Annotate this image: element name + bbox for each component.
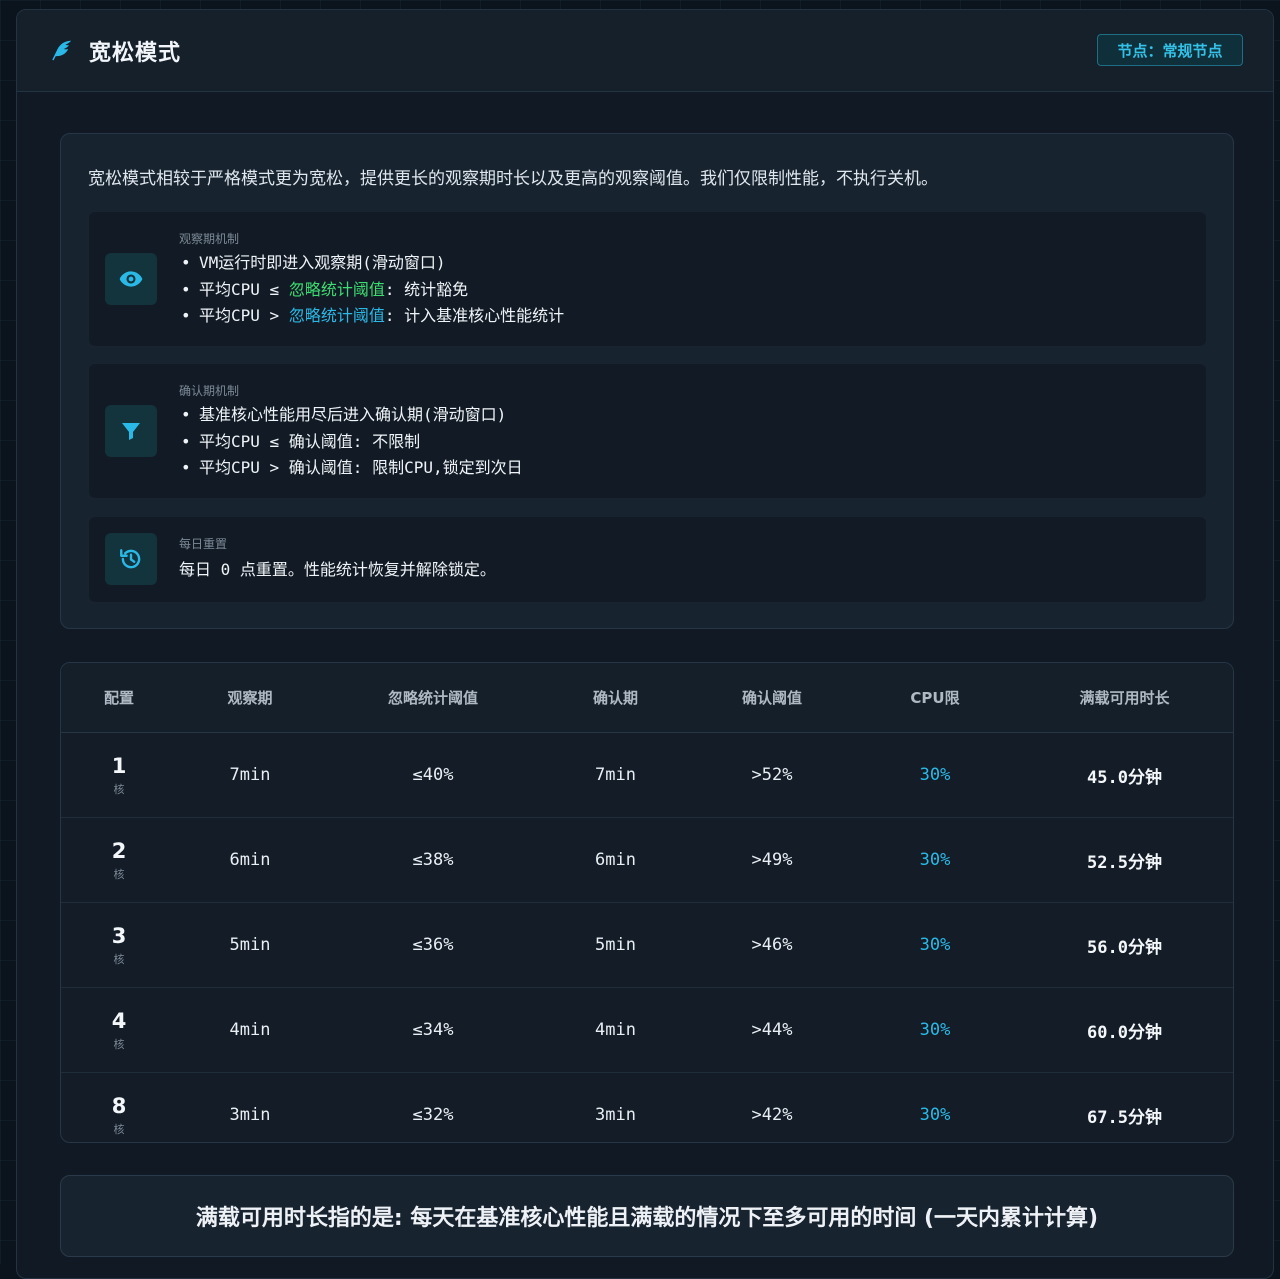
config-table: 配置 观察期 忽略统计阈值 确认期 确认阈值 CPU限 满载可用时长 1核 7m…	[61, 663, 1233, 1143]
confirm-threshold-cell: >44%	[688, 987, 856, 1073]
cpu-limit-cell: 30%	[919, 1105, 951, 1125]
filter-icon	[122, 423, 140, 440]
confirm-threshold-cell: >46%	[688, 902, 856, 988]
mech-lines: • VM运行时即进入观察期(滑动窗口) • 平均CPU ≤ 忽略统计阈值: 统计豁免…	[181, 250, 564, 330]
page-title: 宽松模式	[89, 41, 182, 66]
confirm-threshold-cell: >52%	[688, 732, 856, 818]
mech-line: • VM运行时即进入观察期(滑动窗口)	[181, 253, 446, 272]
confirm-cell: 3min	[595, 1105, 636, 1125]
feather-icon	[52, 40, 72, 61]
ignore-threshold-highlight: 忽略统计阈值	[288, 306, 385, 325]
ignore-cell: ≤32%	[412, 1105, 454, 1125]
ignore-cell: ≤34%	[323, 987, 543, 1073]
mode-panel: 宽松模式 节点：常规节点 宽松模式相较于严格模式更为宽松，提供更长的观察期时长以…	[16, 9, 1274, 1279]
ignore-cell: ≤40%	[323, 732, 543, 818]
cores-cell: 3核	[61, 902, 177, 988]
mech-icon-box	[105, 253, 157, 305]
intro-text: 宽松模式相较于严格模式更为宽松，提供更长的观察期时长以及更高的观察阈值。我们仅限…	[88, 169, 938, 189]
mech-label: 确认期机制	[179, 384, 240, 398]
confirm-mechanism: 确认期机制 • 基准核心性能用尽后进入确认期(滑动窗口) • 平均CPU ≤ 确认阈…	[89, 364, 1206, 498]
confirm-cell: 7min	[543, 732, 688, 818]
panel-header: 宽松模式 节点：常规节点	[17, 10, 1273, 92]
cpu-limit-cell: 30%	[856, 732, 1014, 818]
col-header: CPU限	[856, 663, 1014, 733]
config-table-card: 配置 观察期 忽略统计阈值 确认期 确认阈值 CPU限 满载可用时长 1核 7m…	[60, 662, 1234, 1143]
observe-cell: 4min	[177, 987, 323, 1073]
table-row: 3核 5min ≤36% 5min >46% 30% 56.0分钟	[61, 902, 1233, 988]
cores-cell: 2核	[61, 817, 177, 903]
confirm-cell: 6min	[543, 817, 688, 903]
cores-cell: 4核	[61, 987, 177, 1073]
table-row: 4核 4min ≤34% 4min >44% 30% 60.0分钟	[61, 987, 1233, 1073]
mech-label: 观察期机制	[179, 232, 240, 246]
table-row: 8核 3min ≤32% 3min >42% 30% 67.5分钟	[61, 1073, 1233, 1143]
confirm-threshold-cell: >49%	[688, 817, 856, 903]
cores-cell: 8核	[111, 1093, 127, 1136]
col-header: 满载可用时长	[1014, 663, 1233, 733]
observe-cell: 3min	[229, 1105, 271, 1125]
node-badge: 节点：常规节点	[1097, 34, 1243, 66]
col-header: 确认期	[543, 663, 688, 733]
ignore-cell: ≤38%	[323, 817, 543, 903]
history-icon	[120, 549, 141, 569]
mech-icon-box	[105, 533, 157, 585]
confirm-cell: 5min	[543, 902, 688, 988]
confirm-cell: 4min	[543, 987, 688, 1073]
mech-line: • 平均CPU ≤ 忽略统计阈值: 统计豁免	[181, 279, 469, 299]
table-row: 2核 6min ≤38% 6min >49% 30% 52.5分钟	[61, 817, 1233, 903]
observe-cell: 5min	[177, 902, 323, 988]
table-header-row: 配置 观察期 忽略统计阈值 确认期 确认阈值 CPU限 满载可用时长	[61, 663, 1233, 733]
confirm-threshold-cell: >42%	[751, 1105, 793, 1125]
duration-cell: 60.0分钟	[1014, 987, 1233, 1073]
ignore-threshold-highlight: 忽略统计阈值	[288, 279, 385, 299]
eye-icon	[119, 271, 143, 287]
duration-cell: 56.0分钟	[1014, 902, 1233, 988]
footer-note: 满载可用时长指的是: 每天在基准核心性能且满载的情况下至多可用的时间 (一天内累…	[60, 1175, 1234, 1257]
observe-mechanism: 观察期机制 • VM运行时即进入观察期(滑动窗口) • 平均CPU ≤ 忽略统计阈值…	[89, 212, 1206, 346]
table-row: 1核 7min ≤40% 7min >52% 30% 45.0分钟	[61, 732, 1233, 818]
col-header: 确认阈值	[688, 663, 856, 733]
observe-cell: 6min	[177, 817, 323, 903]
col-header: 观察期	[177, 663, 323, 733]
mech-line: 每日 0 点重置。性能统计恢复并解除锁定。	[179, 560, 496, 579]
daily-reset: 每日重置 每日 0 点重置。性能统计恢复并解除锁定。	[89, 517, 1206, 602]
mech-line: • 平均CPU > 忽略统计阈值: 计入基准核心性能统计	[181, 306, 565, 325]
duration-cell: 45.0分钟	[1014, 732, 1233, 818]
mech-lines: 每日 0 点重置。性能统计恢复并解除锁定。	[179, 557, 496, 584]
cpu-limit-cell: 30%	[856, 902, 1014, 988]
mech-line: • 平均CPU > 确认阈值: 限制CPU,锁定到次日	[181, 458, 523, 477]
mech-line: • 平均CPU ≤ 确认阈值: 不限制	[181, 431, 421, 451]
col-header: 配置	[61, 663, 177, 733]
col-header: 忽略统计阈值	[323, 663, 543, 733]
info-card: 宽松模式相较于严格模式更为宽松，提供更长的观察期时长以及更高的观察阈值。我们仅限…	[60, 133, 1234, 629]
mech-label: 每日重置	[179, 537, 228, 551]
duration-cell: 52.5分钟	[1014, 817, 1233, 903]
cpu-limit-cell: 30%	[856, 817, 1014, 903]
observe-cell: 7min	[177, 732, 323, 818]
cpu-limit-cell: 30%	[856, 987, 1014, 1073]
mech-lines: • 基准核心性能用尽后进入确认期(滑动窗口) • 平均CPU ≤ 确认阈值: 不限制…	[181, 402, 523, 482]
mech-line: • 基准核心性能用尽后进入确认期(滑动窗口)	[181, 405, 507, 424]
ignore-cell: ≤36%	[323, 902, 543, 988]
cores-cell: 1核	[61, 732, 177, 818]
duration-cell: 67.5分钟	[1087, 1107, 1162, 1128]
mech-icon-box	[105, 405, 157, 457]
